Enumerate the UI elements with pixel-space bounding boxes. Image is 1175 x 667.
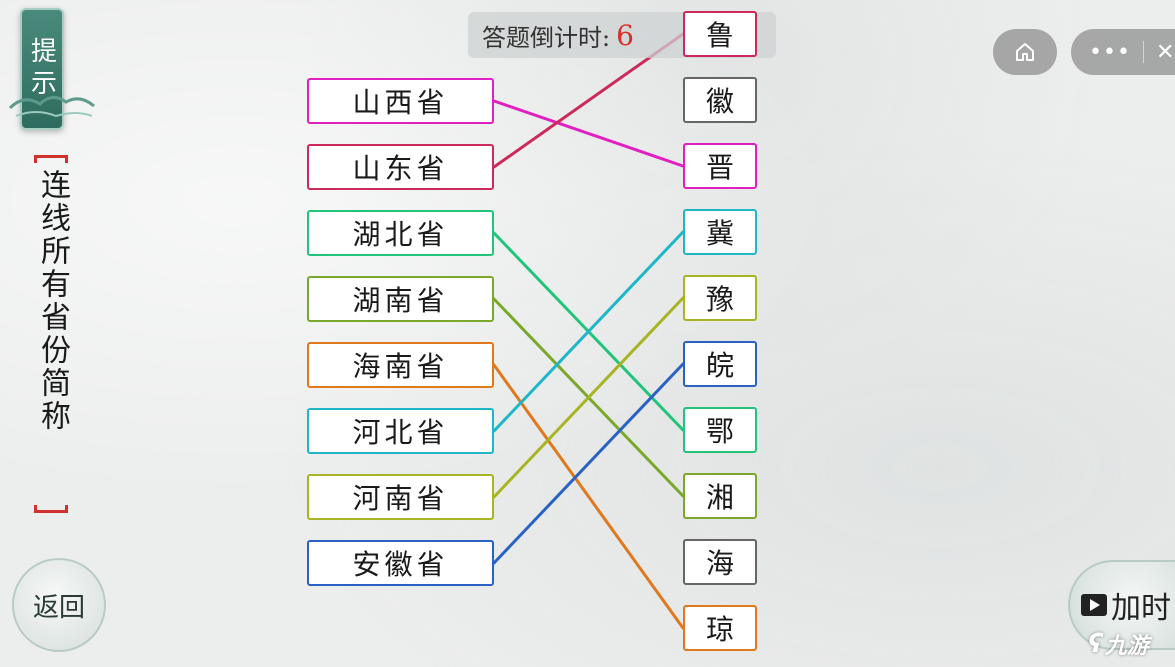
bracket-bottom — [34, 505, 68, 513]
menu-divider — [1142, 41, 1144, 63]
timer-label: 答题倒计时: — [482, 23, 611, 52]
abbreviation-box[interactable]: 冀 — [683, 209, 757, 255]
abbreviation-box[interactable]: 豫 — [683, 275, 757, 321]
abbreviation-box[interactable]: 徽 — [683, 77, 757, 123]
abbreviation-box[interactable]: 琼 — [683, 605, 757, 651]
more-dots-icon[interactable]: ••• — [1089, 40, 1131, 65]
bracket-top — [34, 155, 68, 163]
province-box[interactable]: 海南省 — [307, 342, 494, 388]
abbreviation-label: 湘 — [705, 481, 734, 514]
connection-lines — [492, 32, 685, 630]
connection-line — [492, 231, 685, 432]
province-label: 湖北省 — [352, 218, 449, 251]
abbreviation-label: 海 — [705, 547, 734, 580]
instruction-panel: 连线所有省份简称 — [34, 155, 74, 513]
province-label: 河南省 — [352, 482, 449, 515]
abbreviation-box[interactable]: 晋 — [683, 143, 757, 189]
home-icon — [1016, 43, 1034, 61]
abbreviation-box[interactable]: 海 — [683, 539, 757, 585]
timer-value: 6 — [616, 18, 634, 52]
connection-line — [492, 99, 685, 168]
province-label: 山东省 — [352, 152, 449, 185]
back-button[interactable]: 返回 — [12, 558, 106, 652]
province-box[interactable]: 河北省 — [307, 408, 494, 454]
province-box[interactable]: 山东省 — [307, 144, 494, 190]
province-label: 海南省 — [352, 350, 449, 383]
watermark-text: 九游 — [1104, 634, 1149, 659]
connection-line — [492, 362, 685, 565]
abbreviation-label: 晋 — [705, 151, 734, 184]
home-button[interactable] — [993, 29, 1057, 75]
connection-line — [492, 230, 685, 433]
province-box[interactable]: 湖南省 — [307, 276, 494, 322]
mini-program-menu: ••• ✕ — [1071, 29, 1175, 75]
province-box[interactable]: 山西省 — [307, 78, 494, 124]
abbreviation-label: 豫 — [705, 283, 734, 316]
abbreviation-box[interactable]: 鲁 — [683, 11, 757, 57]
watermark-logo-icon: ʕ — [1088, 629, 1103, 659]
abbreviation-label: 鲁 — [705, 19, 734, 52]
connection-line — [492, 297, 685, 498]
abbreviation-label: 琼 — [705, 613, 734, 646]
abbreviation-box[interactable]: 鄂 — [683, 407, 757, 453]
province-label: 湖南省 — [352, 284, 449, 317]
abbreviation-label: 徽 — [705, 85, 734, 118]
province-label: 安徽省 — [352, 548, 449, 581]
add-time-label: 加时 — [1111, 591, 1171, 626]
abbreviation-label: 冀 — [705, 217, 734, 250]
instruction-text: 连线所有省份简称 — [35, 169, 70, 433]
connection-line — [492, 296, 685, 499]
cloud-decoration-icon — [8, 96, 95, 118]
connection-line — [492, 363, 685, 630]
province-box[interactable]: 安徽省 — [307, 540, 494, 586]
abbreviation-box[interactable]: 湘 — [683, 473, 757, 519]
province-label: 河北省 — [352, 416, 449, 449]
back-button-label: 返回 — [32, 592, 85, 623]
province-box[interactable]: 河南省 — [307, 474, 494, 520]
province-box[interactable]: 湖北省 — [307, 210, 494, 256]
watermark: ʕ 九游 — [1088, 628, 1149, 660]
video-icon — [1081, 594, 1107, 616]
close-icon[interactable]: ✕ — [1156, 40, 1174, 65]
province-label: 山西省 — [352, 86, 449, 119]
abbreviation-box[interactable]: 皖 — [683, 341, 757, 387]
abbreviation-label: 皖 — [705, 349, 734, 382]
abbreviation-label: 鄂 — [705, 415, 734, 448]
